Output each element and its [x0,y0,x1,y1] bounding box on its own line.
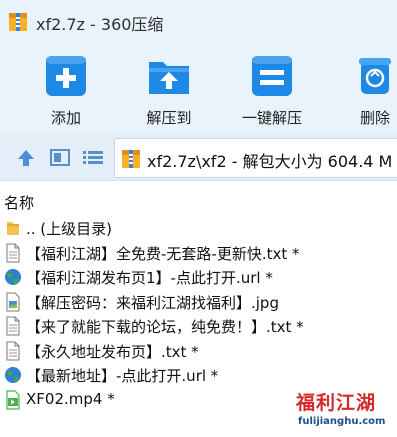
window-title: xf2.7z - 360压缩 [36,15,164,34]
extract-to-button-label: 解压到 [146,109,192,127]
list-view-icon[interactable] [82,149,104,166]
archive-icon [9,13,27,31]
toolbar: 添加 解压到 一键解压 删除 [0,42,397,134]
list-item[interactable]: 【解压密码：来福利江湖找福利】.jpg [0,290,397,315]
extract-to-button[interactable]: 解压到 [129,54,209,128]
delete-button-label: 删除 [359,109,390,127]
list-item[interactable]: 【来了就能下载的论坛，纯免费！】.txt * [0,314,397,339]
text-file-icon [6,316,20,336]
one-click-extract-button-label: 一键解压 [241,109,302,127]
title-bar: xf2.7z - 360压缩 [0,0,397,42]
extract-to-icon [149,62,189,94]
image-file-icon [6,292,20,311]
list-item-name: .. (上级目录) [26,220,113,238]
thumbnail-view-icon[interactable] [50,149,70,166]
delete-button[interactable]: 删除 [335,54,397,128]
path-text: xf2.7z\xf2 - 解包大小为 604.4 M [147,152,393,171]
archive-icon [122,150,140,168]
delete-icon [359,58,391,94]
globe-url-icon [5,269,21,285]
list-item-name: 【解压密码：来福利江湖找福利】.jpg [26,293,279,312]
text-file-icon [6,243,20,262]
list-item[interactable]: 【永久地址发布页】.txt * [0,339,397,364]
column-header-name[interactable]: 名称 [4,192,34,213]
watermark-url: fulijianghu.com [298,416,386,427]
add-button-label: 添加 [50,109,81,127]
path-field[interactable]: xf2.7z\xf2 - 解包大小为 604.4 M [114,138,397,178]
text-file-icon [6,341,20,360]
list-item[interactable]: .. (上级目录) [0,216,397,241]
add-button[interactable]: 添加 [26,54,106,128]
list-item[interactable]: 【福利江湖发布页1】-点此打开.url * [0,265,397,290]
path-bar: xf2.7z\xf2 - 解包大小为 604.4 M [0,134,397,181]
globe-url-icon [5,367,21,383]
add-archive-icon [46,56,86,96]
list-item-name: 【来了就能下载的论坛，纯免费！】.txt * [26,318,304,336]
watermark-text: 福利江湖 [296,392,377,414]
up-arrow-icon[interactable] [16,148,36,168]
list-item[interactable]: 【福利江湖】全免费-无套路-更新快.txt * [0,241,397,266]
one-click-extract-button[interactable]: 一键解压 [232,54,312,128]
list-item-name: 【最新地址】-点此打开.url * [26,367,219,385]
one-click-extract-icon [252,56,292,96]
parent-folder-icon [7,222,19,235]
watermark-logo: 福利江湖 fulijianghu.com [296,384,394,434]
list-item-name: 【福利江湖发布页1】-点此打开.url * [26,269,273,287]
file-list: .. (上级目录) 【福利江湖】全免费-无套路-更新快.txt * 【福利江湖发… [0,216,397,412]
video-file-icon [6,389,20,410]
list-item-name: XF02.mp4 * [26,389,115,408]
list-item-name: 【福利江湖】全免费-无套路-更新快.txt * [26,244,300,263]
list-item-name: 【永久地址发布页】.txt * [26,342,199,361]
